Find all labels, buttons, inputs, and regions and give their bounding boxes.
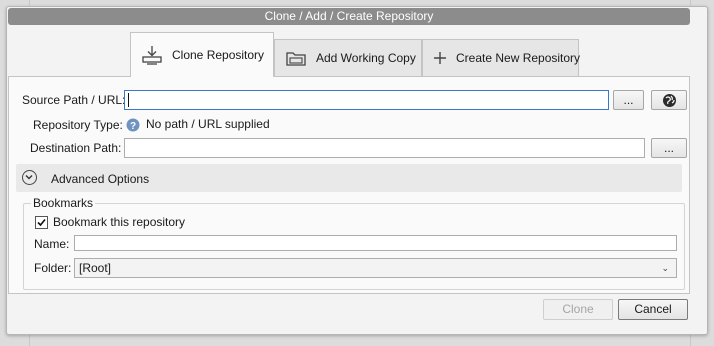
checkmark-icon [37,218,46,227]
bookmark-name-input[interactable] [74,235,677,251]
repository-type-value: No path / URL supplied [146,117,270,131]
browse-source-button[interactable]: ... [613,90,644,110]
tab-label: Clone Repository [172,48,265,62]
text-caret [128,93,129,107]
remote-repository-button[interactable] [651,90,687,110]
source-path-label: Source Path / URL: [22,93,126,107]
bookmarks-group-label: Bookmarks [31,196,96,210]
tab-create-new-repository[interactable]: Create New Repository [422,39,581,76]
bookmark-folder-label: Folder: [34,261,72,275]
advanced-options-label: Advanced Options [51,172,150,186]
source-path-input[interactable] [124,90,609,110]
tab-label: Create New Repository [456,51,581,65]
help-icon: ? [126,118,140,135]
tab-add-working-copy[interactable]: Add Working Copy [274,39,422,76]
tab-label: Add Working Copy [316,51,416,65]
bookmark-folder-select[interactable]: [Root] ⌄ [74,258,677,278]
destination-path-input[interactable] [124,138,645,158]
folder-icon [285,48,307,68]
destination-path-label: Destination Path: [30,141,122,155]
plus-icon [433,51,447,65]
bookmark-checkbox[interactable] [35,216,48,229]
svg-text:?: ? [130,121,136,132]
bookmark-checkbox-label[interactable]: Bookmark this repository [53,215,185,229]
dialog-title: Clone / Add / Create Repository [8,8,690,25]
chevron-down-icon[interactable] [22,170,37,185]
browse-destination-button[interactable]: ... [651,138,687,158]
cancel-button[interactable]: Cancel [618,299,688,320]
chevron-down-icon: ⌄ [661,263,669,273]
bookmark-folder-value: [Root] [79,261,112,275]
bookmark-name-label: Name: [34,237,70,251]
clone-button[interactable]: Clone [543,299,613,320]
globe-icon [662,93,677,113]
clone-download-icon [141,44,163,66]
repository-type-label: Repository Type: [33,118,123,132]
tab-clone-repository[interactable]: Clone Repository [130,32,274,77]
